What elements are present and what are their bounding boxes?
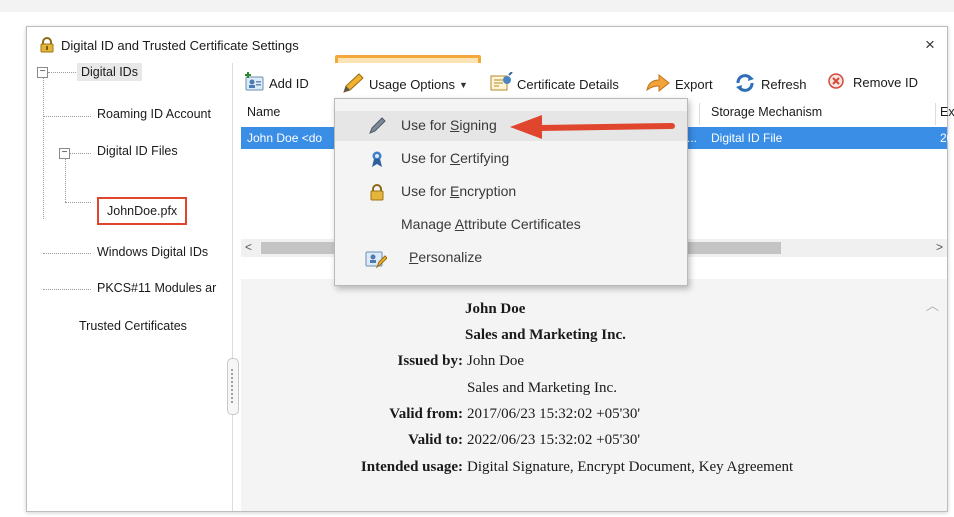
export-label: Export [675,77,713,92]
issued-by-org: Sales and Marketing Inc. [467,380,617,396]
valid-from-value: 2017/06/23 15:32:02 +05'30' [467,406,641,422]
tree-item-roaming-id-account[interactable]: Roaming ID Account [97,107,211,121]
annotation-arrow-icon [510,115,675,139]
refresh-button[interactable]: Refresh [733,72,807,97]
issued-by-label: Issued by: [397,353,463,369]
remove-icon [827,72,845,93]
menu-item-manage-attribute-certificates[interactable]: Manage Attribute Certificates [335,210,687,240]
cert-subject-org: Sales and Marketing Inc. [465,327,626,343]
cell-storage: Digital ID File [711,131,783,145]
remove-id-button[interactable]: Remove ID [827,72,918,93]
pen-icon [368,117,386,135]
cell-issuer: ... [687,131,698,145]
refresh-label: Refresh [761,77,807,92]
column-header-name[interactable]: Name [247,105,280,119]
tree-item-digital-id-files[interactable]: Digital ID Files [97,144,178,158]
column-header-expires[interactable]: Ex [940,105,954,119]
close-button[interactable]: × [917,33,943,57]
issued-by-name: John Doe [467,353,525,369]
usage-options-button[interactable]: Usage Options ▼ [341,72,468,97]
remove-id-label: Remove ID [853,75,919,90]
personalize-icon [365,249,388,269]
cell-expires: 20 [940,131,954,145]
certificate-icon [489,71,513,97]
menu-item-use-for-encryption[interactable]: Use for Encryption [335,177,687,207]
valid-to-label: Valid to: [408,432,463,448]
valid-from-label: Valid from: [389,406,463,422]
column-header-storage-mechanism[interactable]: Storage Mechanism [711,105,822,119]
pen-icon [341,72,365,97]
add-id-label: Add ID [269,76,309,91]
close-icon: × [925,35,935,54]
collapse-icon[interactable]: − [37,67,48,78]
tree-line [65,202,91,203]
tree-item-johndoe-pfx[interactable]: JohnDoe.pfx [97,197,188,225]
tree-item-digital-ids[interactable]: Digital IDs [77,63,142,81]
scroll-up-icon[interactable]: ︿ [926,295,939,314]
tree-line [43,253,91,254]
cert-subject-name: John Doe [465,301,526,317]
add-id-icon [243,72,265,95]
certificate-details-button[interactable]: Certificate Details [489,71,619,97]
column-divider[interactable] [699,103,700,125]
background-strip [0,0,954,12]
grip-icon [231,369,236,403]
scroll-right-icon[interactable]: > [936,240,943,254]
tree-item-trusted-certificates[interactable]: Trusted Certificates [79,319,187,333]
menu-item-use-for-certifying[interactable]: Use for Certifying [335,144,687,174]
menu-item-personalize[interactable]: Personalize [335,243,687,273]
lock-icon [39,37,55,56]
usage-options-label: Usage Options [369,77,455,92]
chevron-down-icon: ▼ [459,79,468,90]
tree-line [43,77,44,219]
cell-name: John Doe <do [247,131,323,145]
intended-usage-label: Intended usage: [360,459,463,475]
export-arrow-icon [645,72,671,97]
refresh-icon [733,72,757,97]
tree-line [65,158,66,202]
collapse-icon[interactable]: − [59,148,70,159]
tree-line [43,289,91,290]
column-divider[interactable] [935,103,936,125]
scroll-left-icon[interactable]: < [245,240,252,254]
ribbon-icon [368,150,386,168]
toolbar: Add ID Usage Options ▼ Certificate Detai… [233,63,947,101]
valid-to-value: 2022/06/23 15:32:02 +05'30' [467,432,641,448]
tree-item-windows-digital-ids[interactable]: Windows Digital IDs [97,245,208,259]
window-title: Digital ID and Trusted Certificate Setti… [61,38,299,53]
tree-line [43,116,91,117]
title-bar: Digital ID and Trusted Certificate Setti… [27,27,947,63]
intended-usage-value: Digital Signature, Encrypt Document, Key… [467,459,794,475]
tree-item-pkcs11-modules[interactable]: PKCS#11 Modules ar [97,281,216,295]
lock-icon [368,183,386,201]
tree-line [48,72,76,73]
sidebar-tree: − Digital IDs Roaming ID Account − Digit… [27,63,239,511]
pane-splitter-handle[interactable] [227,358,239,415]
add-id-button[interactable]: Add ID [243,72,309,95]
certificate-details-pane: John Doe Sales and Marketing Inc. Issued… [241,279,947,511]
certificate-details-label: Certificate Details [517,77,619,92]
export-button[interactable]: Export [645,72,713,97]
